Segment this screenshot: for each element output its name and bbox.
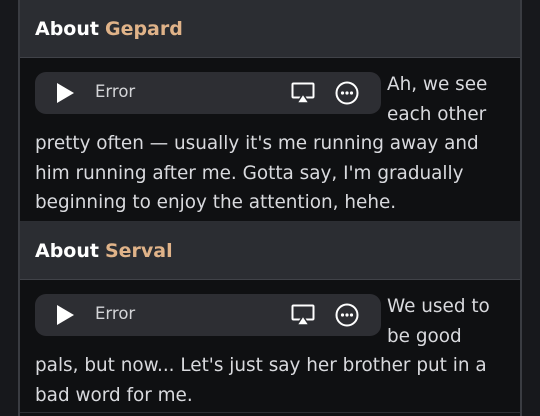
play-icon[interactable]	[57, 83, 74, 103]
section-content-gepard: Error Ah, we see each other pretty often…	[20, 58, 520, 221]
airplay-icon[interactable]	[291, 82, 315, 104]
section-header-gepard: About Gepard	[20, 0, 520, 58]
play-icon[interactable]	[57, 305, 74, 325]
airplay-icon[interactable]	[291, 304, 315, 326]
section-header-serval: About Serval	[20, 222, 520, 280]
player-status: Error	[95, 304, 136, 323]
section-title-prefix: About	[35, 239, 99, 262]
section-divider	[20, 221, 520, 222]
audio-player[interactable]: Error	[35, 72, 381, 114]
section-content-serval: Error We used to be good pals, but now..…	[20, 280, 520, 416]
section-title-name: Gepard	[104, 17, 183, 40]
section-title-prefix: About	[35, 17, 99, 40]
voice-lines-panel: About Gepard Error Ah, we see each other…	[18, 0, 522, 416]
player-status: Error	[95, 82, 136, 101]
section-divider	[20, 412, 520, 413]
audio-player[interactable]: Error	[35, 294, 381, 336]
section-title-name: Serval	[104, 239, 173, 262]
more-options-icon[interactable]	[335, 81, 359, 105]
more-options-icon[interactable]	[335, 303, 359, 327]
